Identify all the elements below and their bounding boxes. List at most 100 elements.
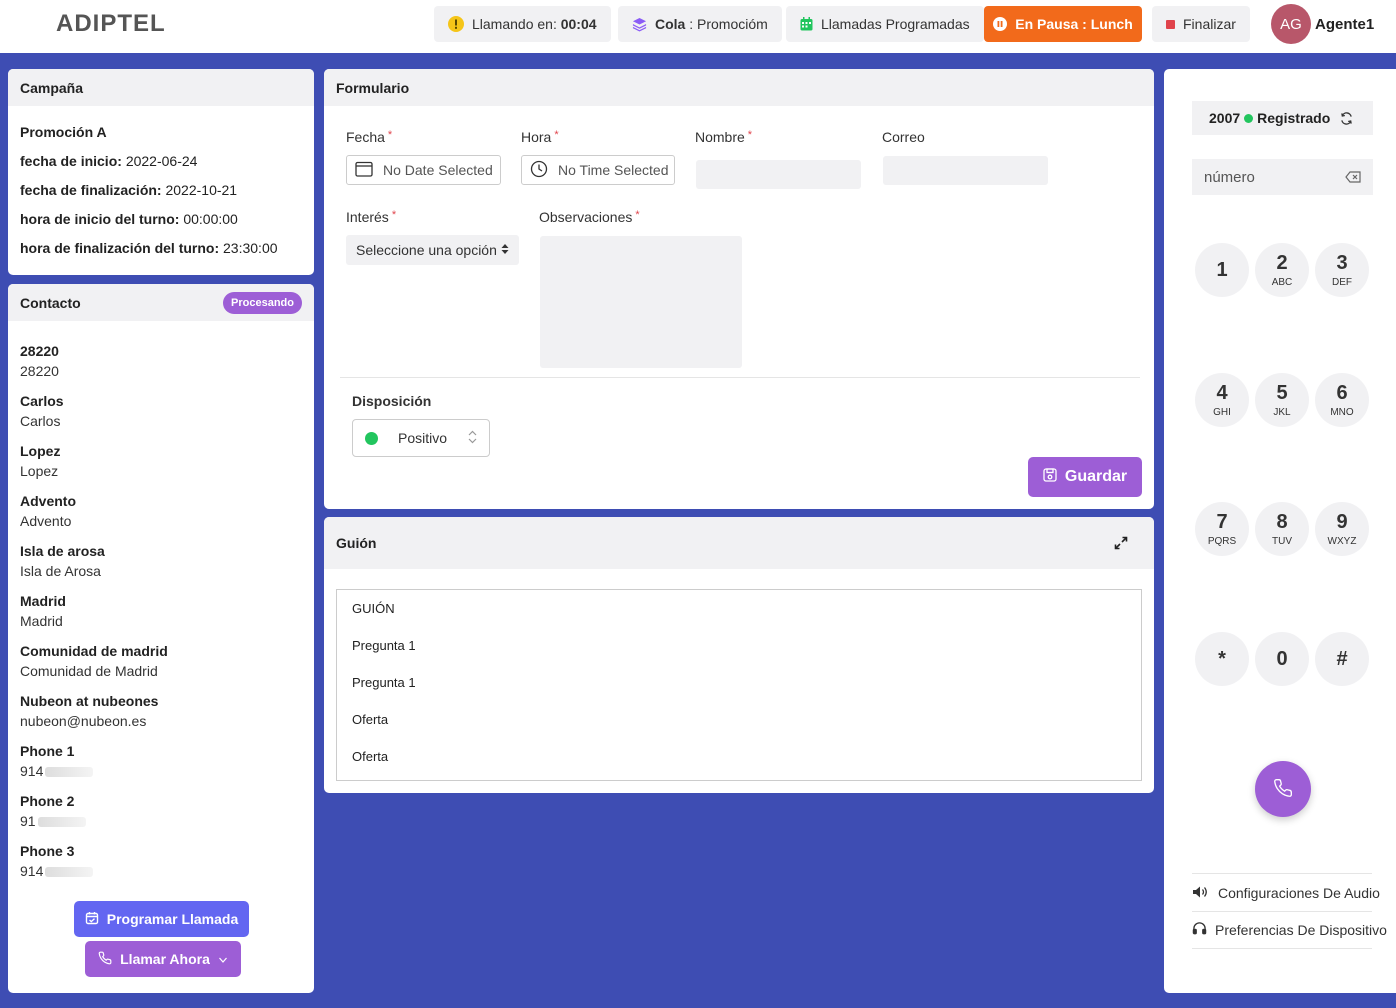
registration-label: Registrado — [1257, 110, 1331, 126]
device-preferences-link[interactable]: Preferencias De Dispositivo — [1192, 912, 1387, 948]
interest-select[interactable]: Seleccione una opción — [346, 235, 519, 265]
campaign-shift-start: hora de inicio del turno: 00:00:00 — [20, 211, 238, 227]
dial-key-0[interactable]: 0 — [1255, 632, 1309, 686]
calendar-icon — [800, 17, 813, 31]
phone-item: Phone 1 914 — [20, 731, 302, 781]
schedule-call-button[interactable]: Programar Llamada — [74, 901, 249, 937]
divider — [340, 377, 1140, 378]
list-item: Madrid Madrid — [20, 593, 66, 629]
save-label: Guardar — [1064, 468, 1128, 485]
list-item: Comunidad de madrid Comunidad de Madrid — [20, 643, 168, 679]
notes-label: Observaciones * — [539, 209, 640, 225]
date-label: Fecha * — [346, 129, 393, 145]
calendar-icon — [355, 161, 373, 180]
phone-icon — [1273, 778, 1293, 801]
dial-key-9[interactable]: 9 WXYZ — [1315, 502, 1369, 556]
queue-value: Promocióm — [697, 16, 768, 32]
dial-key-8[interactable]: 8 TUV — [1255, 502, 1309, 556]
dial-call-button[interactable] — [1255, 761, 1311, 817]
time-label: Hora * — [521, 129, 559, 145]
dial-key-6[interactable]: 6 MNO — [1315, 373, 1369, 427]
number-input[interactable]: número — [1192, 159, 1373, 195]
dial-key-hash[interactable]: # — [1315, 632, 1369, 686]
form-title: Formulario — [324, 69, 1154, 106]
campaign-shift-end: hora de finalización del turno: 23:30:00 — [20, 240, 278, 256]
sort-icon — [501, 242, 509, 258]
status-badge: Procesando — [223, 291, 302, 314]
dial-key-7[interactable]: 7 PQRS — [1195, 502, 1249, 556]
clock-icon — [530, 160, 548, 181]
campaign-name: Promoción A — [20, 124, 107, 140]
scheduled-calls-label: Llamadas Programadas — [821, 16, 970, 32]
dialer-panel: 2007 Registrado número 1 2 ABC 3 DEF 4 GHI … — [1164, 69, 1396, 993]
script-card: Guión GUIÓN Pregunta 1 Pregunta 1 Oferta… — [324, 517, 1154, 793]
scheduled-calls-button[interactable]: Llamadas Programadas — [786, 6, 984, 42]
save-icon — [1043, 467, 1057, 487]
phone-item: Phone 3 914 — [20, 831, 302, 881]
disposition-select[interactable]: Positivo — [352, 419, 490, 457]
device-preferences-label: Preferencias De Dispositivo — [1215, 922, 1387, 938]
backspace-icon[interactable] — [1345, 171, 1361, 183]
dial-key-5[interactable]: 5 JKL — [1255, 373, 1309, 427]
time-picker[interactable]: No Time Selected — [521, 155, 675, 185]
save-button[interactable]: Guardar — [1028, 457, 1142, 497]
interest-value: Seleccione una opción — [356, 242, 497, 258]
status-dot — [365, 431, 378, 445]
list-item: Advento Advento — [20, 493, 76, 529]
date-picker[interactable]: No Date Selected — [346, 155, 501, 185]
disposition-label: Disposición — [352, 393, 432, 409]
email-label: Correo — [882, 129, 925, 145]
campaign-title: Campaña — [8, 69, 314, 106]
alert-icon — [448, 16, 464, 32]
interest-label: Interés * — [346, 209, 397, 225]
updown-icon — [468, 430, 477, 447]
redacted-mask — [37, 817, 86, 828]
calling-status: Llamando en: 00:04 — [434, 6, 611, 42]
dial-key-star[interactable]: * — [1195, 632, 1249, 686]
form-card: Formulario Fecha * No Date Selected Hora *… — [324, 69, 1154, 509]
headset-icon — [1192, 921, 1207, 939]
dial-key-4[interactable]: 4 GHI — [1195, 373, 1249, 427]
dial-key-2[interactable]: 2 ABC — [1255, 243, 1309, 297]
notes-textarea[interactable] — [540, 236, 742, 368]
script-content: GUIÓN Pregunta 1 Pregunta 1 Oferta Ofert… — [336, 589, 1142, 781]
finish-button[interactable]: Finalizar — [1152, 6, 1250, 42]
contact-card: Contacto Procesando 28220 28220 Carlos Car… — [8, 284, 314, 993]
finish-label: Finalizar — [1183, 16, 1236, 32]
brand-logo: ADIPTEL — [56, 10, 166, 37]
script-line: GUIÓN — [352, 601, 395, 616]
extension-number: 2007 — [1209, 110, 1241, 126]
queue-button[interactable]: Cola : Promocióm — [618, 6, 782, 42]
top-bar: ADIPTEL Llamando en: 00:04 Cola : Promoc… — [0, 0, 1396, 53]
name-field[interactable] — [696, 160, 861, 189]
script-line: Pregunta 1 — [352, 675, 416, 690]
layers-icon — [632, 17, 647, 32]
pause-button[interactable]: En Pausa : Lunch — [984, 6, 1142, 42]
campaign-card: Campaña Promoción A fecha de inicio: 202… — [8, 69, 314, 275]
queue-label: Cola — [655, 16, 686, 32]
chevron-down-icon[interactable] — [218, 951, 228, 967]
expand-icon[interactable] — [1114, 536, 1128, 550]
agent-name[interactable]: Agente1 — [1315, 16, 1374, 33]
email-field[interactable] — [883, 156, 1048, 185]
date-placeholder: No Date Selected — [383, 162, 493, 178]
divider — [1192, 948, 1372, 949]
dial-key-3[interactable]: 3 DEF — [1315, 243, 1369, 297]
list-item: Carlos Carlos — [20, 393, 64, 429]
call-now-button[interactable]: Llamar Ahora — [85, 941, 241, 977]
refresh-icon[interactable] — [1340, 111, 1353, 125]
stop-icon — [1166, 19, 1175, 29]
call-now-label: Llamar Ahora — [120, 951, 210, 967]
schedule-call-label: Programar Llamada — [106, 911, 239, 927]
audio-settings-link[interactable]: Configuraciones De Audio — [1192, 875, 1382, 911]
calendar-check-icon — [85, 911, 99, 928]
dial-key-1[interactable]: 1 — [1195, 243, 1249, 297]
pause-icon — [993, 17, 1008, 31]
divider — [1192, 873, 1372, 874]
avatar[interactable]: AG — [1271, 4, 1311, 44]
list-item: Nubeon at nubeones nubeon@nubeon.es — [20, 693, 159, 729]
list-item: Isla de arosa Isla de Arosa — [20, 543, 105, 579]
disposition-value: Positivo — [398, 430, 448, 446]
registered-dot — [1244, 113, 1254, 123]
calling-time: 00:04 — [560, 16, 597, 32]
